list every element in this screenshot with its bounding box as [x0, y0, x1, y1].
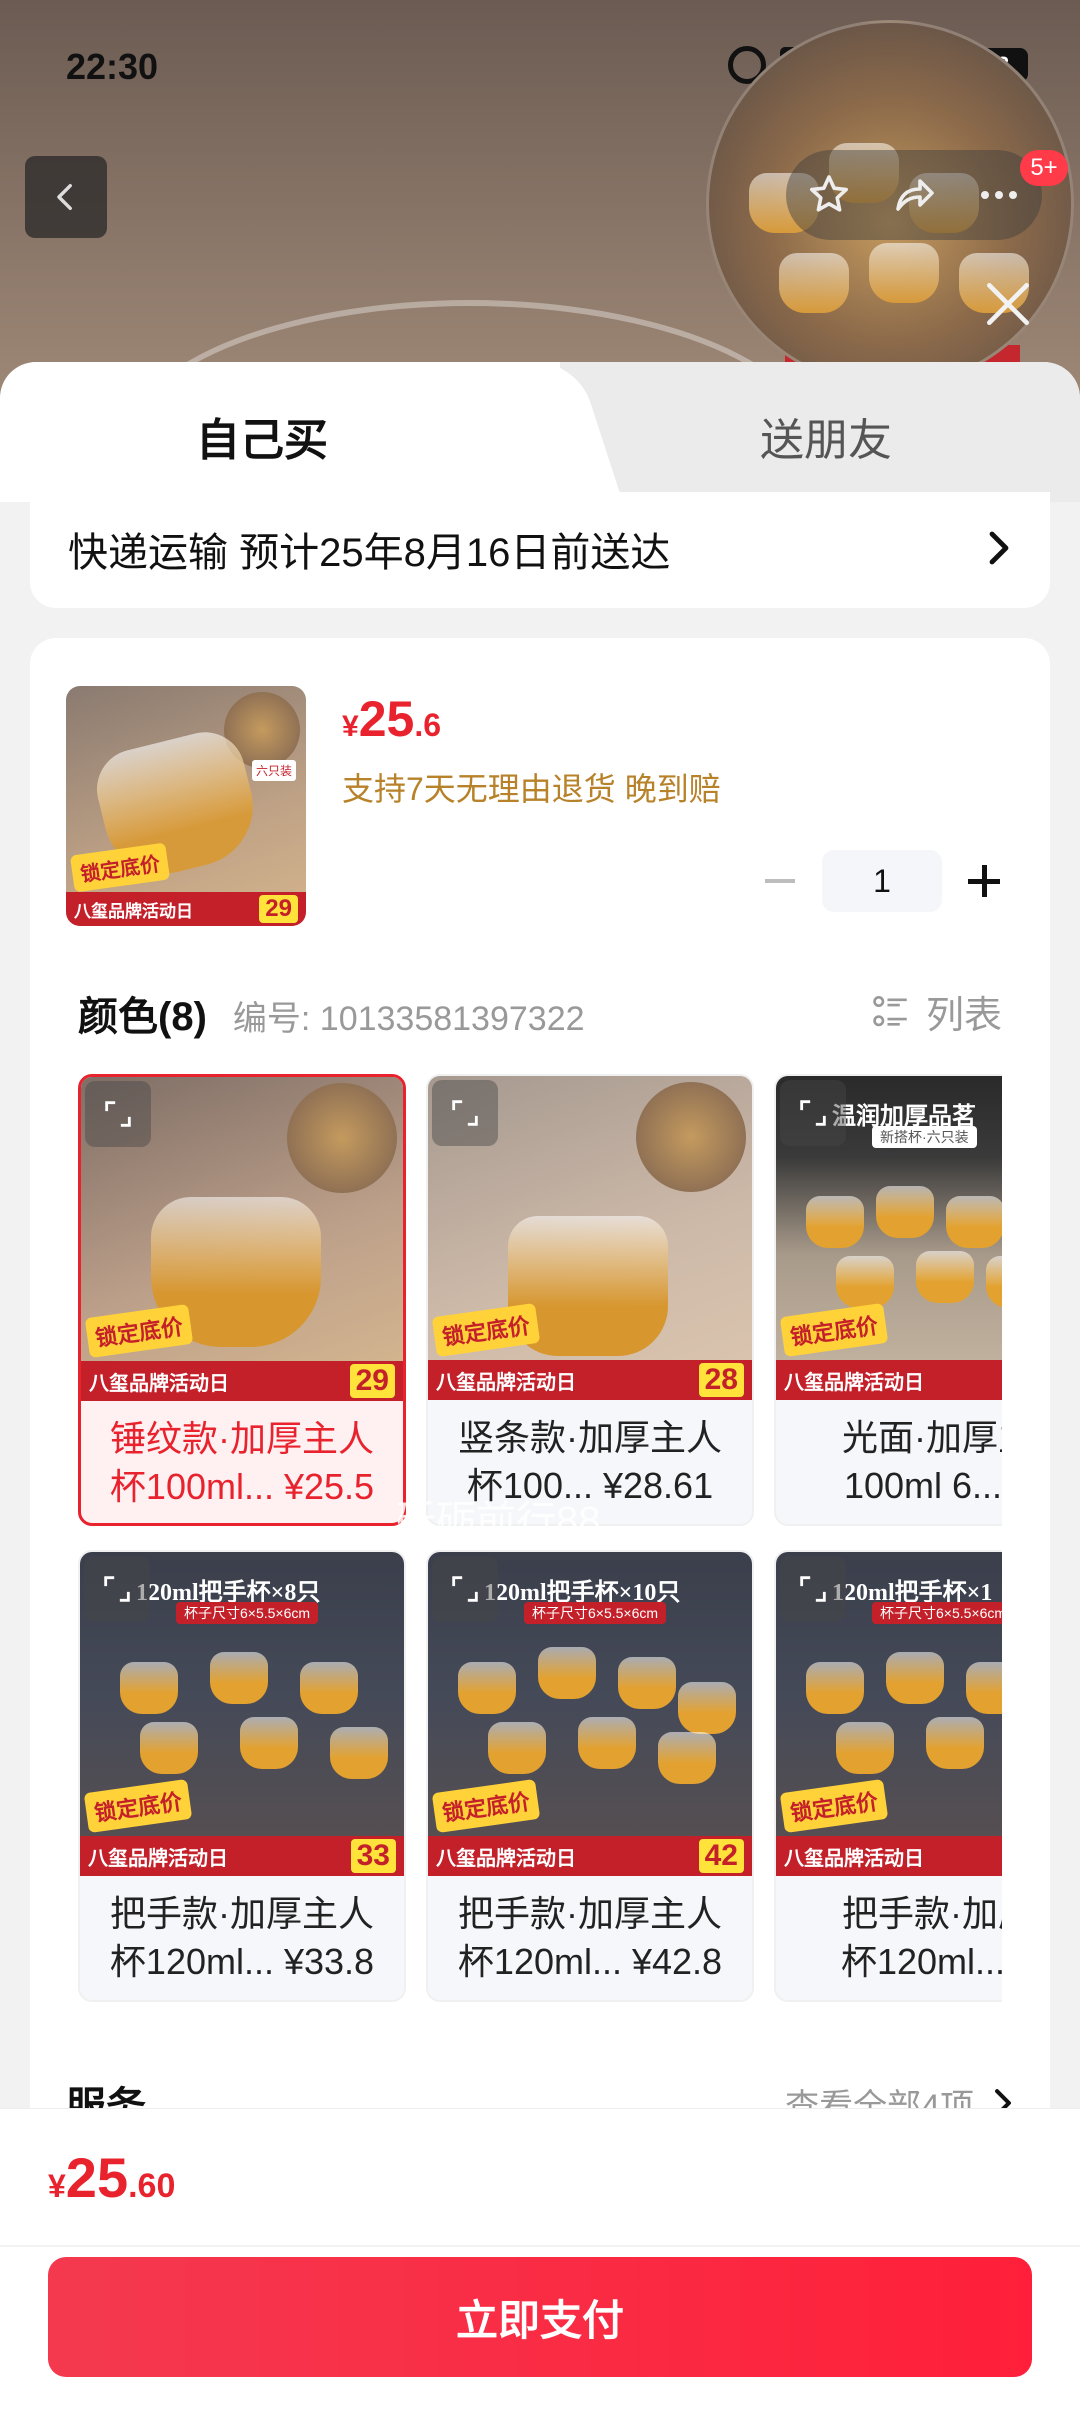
- close-icon[interactable]: [980, 276, 1036, 332]
- share-button[interactable]: [884, 165, 944, 225]
- total-price: ¥25.60: [48, 2146, 176, 2209]
- color-section-title: 颜色(8): [78, 995, 207, 1039]
- quantity-stepper: 1: [750, 850, 1014, 912]
- increase-quantity-button[interactable]: [954, 850, 1014, 912]
- chevron-right-icon: [989, 531, 1009, 565]
- expand-icon[interactable]: [780, 1556, 846, 1622]
- variant-tile-1[interactable]: 锁定底价 八玺品牌活动日 29 锤纹款·加厚主人 杯100ml... ¥25.5: [78, 1074, 406, 1526]
- expand-icon[interactable]: [432, 1556, 498, 1622]
- checkout-bar: ¥25.60 立即支付: [0, 2108, 1080, 2412]
- variant-caption: 把手款·加厚主人 杯120ml... ¥33.8: [109, 1893, 375, 1982]
- product-thumbnail[interactable]: 六只装 锁定底价 八玺品牌活动日 29: [66, 686, 306, 926]
- pay-now-button[interactable]: 立即支付: [48, 2257, 1032, 2377]
- product-price: ¥25.6: [342, 691, 441, 747]
- purchase-tabs: 自己买 送朋友: [0, 362, 1080, 502]
- back-button[interactable]: [25, 156, 107, 238]
- tab-buy-self-label: 自己买: [196, 416, 328, 465]
- variant-tile-2[interactable]: 锁定底价 八玺品牌活动日 28 竖条款·加厚主人 杯100... ¥28.61: [426, 1074, 754, 1526]
- delivery-text: 快递运输 预计25年8月16日前送达: [68, 531, 671, 575]
- quantity-value[interactable]: 1: [822, 850, 942, 912]
- variant-caption: 锤纹款·加厚主人 杯100ml... ¥25.5: [109, 1418, 375, 1507]
- list-view-toggle[interactable]: 列表: [870, 984, 1002, 1039]
- variant-tile-3[interactable]: 温润加厚品茗 新搭杯·六只装 锁定底价 八玺品牌活动日 光面·加厚主 100ml…: [774, 1074, 1002, 1526]
- product-code: 编号: 10133581397322: [232, 1000, 585, 1038]
- expand-icon[interactable]: [85, 1081, 151, 1147]
- notification-badge: 5+: [1020, 150, 1068, 186]
- expand-icon[interactable]: [84, 1556, 150, 1622]
- tab-send-friend-label: 送朋友: [760, 416, 892, 465]
- delivery-row[interactable]: 快递运输 预计25年8月16日前送达: [30, 492, 1050, 608]
- purchase-sheet: 自己买 送朋友 快递运输 预计25年8月16日前送达 六只装 锁定底价 八玺品牌…: [0, 362, 1080, 2412]
- star-icon: [809, 175, 848, 212]
- favorite-button[interactable]: [799, 165, 859, 225]
- color-section-header: 颜色(8) 编号: 10133581397322: [78, 984, 585, 1042]
- list-icon: [873, 995, 907, 1026]
- product-card: 六只装 锁定底价 八玺品牌活动日 29 ¥25.6 支持7天无理由退货 晚到赔 …: [30, 638, 1050, 2138]
- variant-caption: 把手款·加厚 杯120ml...¥: [840, 1893, 1002, 1982]
- decrease-quantity-button[interactable]: [750, 850, 810, 912]
- variant-caption: 把手款·加厚主人 杯120ml... ¥42.8: [457, 1893, 723, 1982]
- chevron-left-icon: [57, 183, 72, 211]
- expand-icon[interactable]: [780, 1080, 846, 1146]
- variant-tile-6[interactable]: 120ml把手杯×1 杯子尺寸6×5.5×6cm 锁定底价 八玺品牌活动日 把手…: [774, 1550, 1002, 2002]
- variant-tile-5[interactable]: 120ml把手杯×10只 杯子尺寸6×5.5×6cm 锁定底价 八玺品牌活动日 4…: [426, 1550, 754, 2002]
- more-dots-icon: [981, 191, 1018, 199]
- variant-tile-4[interactable]: 120ml把手杯×8只 杯子尺寸6×5.5×6cm 锁定底价 八玺品牌活动日 33…: [78, 1550, 406, 2002]
- variant-caption: 光面·加厚主 100ml 6...¥: [842, 1417, 1002, 1506]
- watermark-text: 砥砺前行88: [396, 1499, 601, 1543]
- expand-icon[interactable]: [432, 1080, 498, 1146]
- status-time: 22:30: [66, 46, 159, 87]
- return-guarantee-text: 支持7天无理由退货 晚到赔: [342, 771, 721, 807]
- top-action-group: [786, 150, 1042, 240]
- share-icon: [896, 179, 934, 211]
